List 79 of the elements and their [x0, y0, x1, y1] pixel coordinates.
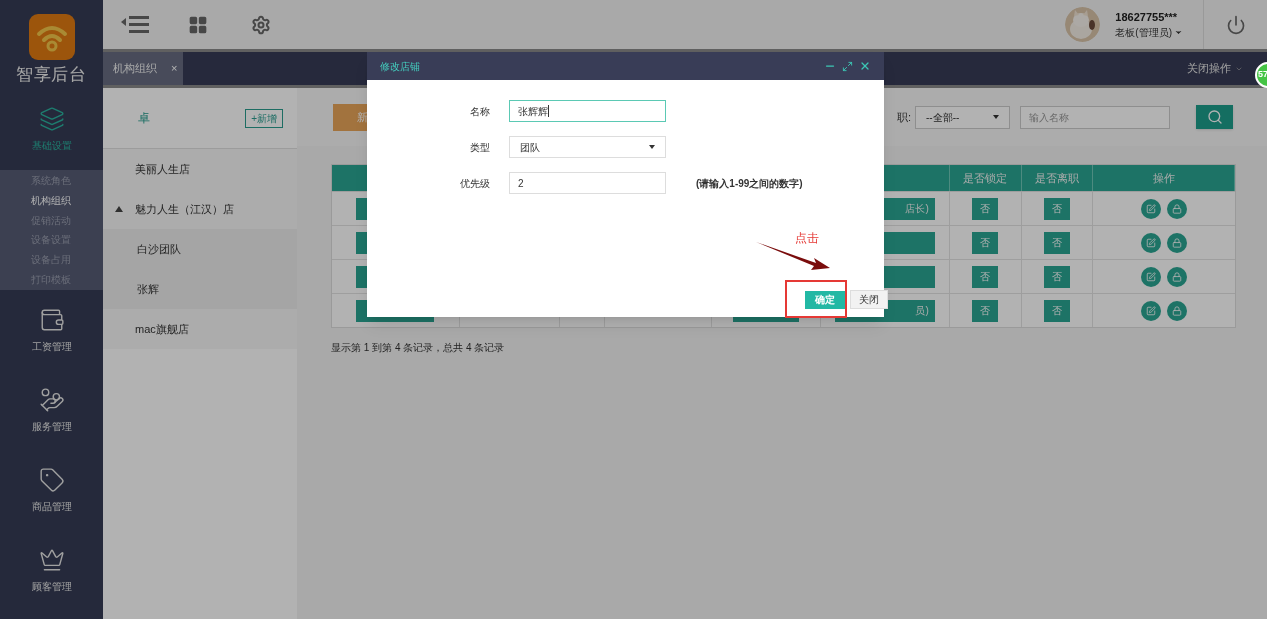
column-header: 操作: [1152, 170, 1175, 186]
leave-status-button[interactable]: 否: [1043, 231, 1070, 254]
lock-button[interactable]: [1167, 300, 1188, 321]
tree-item[interactable]: 魅力人生（江汉）店: [103, 189, 297, 229]
field-hint: (请输入1-99之间的数字): [696, 176, 803, 191]
power-icon[interactable]: [1225, 14, 1246, 35]
column-header: 是否离职: [1034, 170, 1079, 186]
lock-button[interactable]: [1167, 232, 1188, 253]
field-label: 名称: [469, 104, 490, 119]
layers-icon: [38, 105, 65, 132]
tree-title: 卓: [138, 110, 150, 127]
lock-button[interactable]: [1167, 198, 1188, 219]
lock-status-button[interactable]: 否: [972, 197, 999, 220]
tree-label: 美丽人生店: [135, 161, 190, 177]
field-label: 优先级: [459, 176, 490, 191]
text-field[interactable]: 2: [509, 172, 666, 194]
search-button[interactable]: [1196, 105, 1233, 129]
tree-item[interactable]: 白沙团队: [103, 229, 297, 269]
close-icon[interactable]: [859, 60, 871, 72]
lock-icon: [1172, 305, 1183, 316]
tree-label: 魅力人生（江汉）店: [135, 201, 234, 217]
status-select[interactable]: --全部--: [915, 105, 1010, 129]
dialog-title: 修改店铺: [380, 59, 420, 74]
user-role[interactable]: 老板(管理员): [1115, 25, 1183, 41]
text-field[interactable]: 张辉辉: [509, 100, 666, 122]
close-ops-menu[interactable]: 关闭操作: [1187, 52, 1243, 85]
highlight-frame: [785, 280, 847, 318]
confirm-button[interactable]: 确定: [805, 290, 845, 309]
module-item[interactable]: 工资管理: [0, 290, 103, 371]
close-button[interactable]: 关闭: [850, 290, 888, 309]
logo-icon: [28, 14, 75, 60]
module-item[interactable]: 服务管理: [0, 370, 103, 451]
search-field[interactable]: 输入名称: [1020, 105, 1170, 129]
close-button[interactable]: ×: [171, 60, 178, 77]
module-item[interactable]: 基础设置: [0, 88, 103, 170]
maximize-icon[interactable]: [842, 60, 853, 72]
record-summary: 显示第 1 到第 4 条记录，总共 4 条记录: [331, 341, 506, 355]
submenu-item[interactable]: 机构组织: [0, 190, 103, 211]
tree-item[interactable]: mac旗舰店: [103, 309, 297, 349]
edit-button[interactable]: [1141, 266, 1162, 287]
column-header: 是否锁定: [963, 170, 1008, 186]
annotation-text: 点击: [795, 230, 819, 247]
edit-icon: [1146, 203, 1157, 214]
lock-status-button[interactable]: 否: [972, 265, 999, 288]
tag-icon: [38, 466, 65, 493]
lock-status-button[interactable]: 否: [972, 231, 999, 254]
tree-item[interactable]: 美丽人生店: [103, 149, 297, 189]
logo-text: 智享后台: [15, 64, 88, 86]
edit-button[interactable]: [1141, 232, 1162, 253]
hand-icon: [38, 386, 65, 413]
lock-status-button[interactable]: 否: [972, 299, 999, 322]
lock-icon: [1172, 203, 1183, 214]
expanded-icon[interactable]: [115, 206, 123, 212]
module-item[interactable]: 顾客管理: [0, 530, 103, 611]
lock-button[interactable]: [1167, 266, 1188, 287]
type-select[interactable]: 团队: [509, 136, 666, 158]
indent-menu-icon[interactable]: [121, 14, 151, 35]
lock-icon: [1172, 271, 1183, 282]
leave-status-button[interactable]: 否: [1043, 197, 1070, 220]
module-item[interactable]: 商品管理: [0, 450, 103, 531]
search-icon: [1206, 109, 1223, 125]
settings-icon[interactable]: [251, 14, 271, 35]
edit-button[interactable]: [1141, 198, 1162, 219]
leave-status-button[interactable]: 否: [1043, 265, 1070, 288]
leave-status-button[interactable]: 否: [1043, 299, 1070, 322]
user-phone: 18627755***: [1115, 9, 1179, 25]
edit-icon: [1146, 271, 1157, 282]
tab-label: 机构组织: [113, 61, 157, 77]
grid-icon[interactable]: [188, 14, 208, 35]
add-button[interactable]: +新增: [245, 108, 283, 128]
edit-icon: [1146, 305, 1157, 316]
tab[interactable]: 机构组织 ×: [103, 52, 183, 85]
lock-icon: [1172, 237, 1183, 248]
filter-label: 职:: [896, 109, 911, 125]
tree-item[interactable]: 张辉: [103, 269, 297, 309]
field-label: 类型: [469, 140, 490, 155]
edit-button[interactable]: [1141, 300, 1162, 321]
tree-label: mac旗舰店: [135, 321, 189, 337]
edit-icon: [1146, 237, 1157, 248]
